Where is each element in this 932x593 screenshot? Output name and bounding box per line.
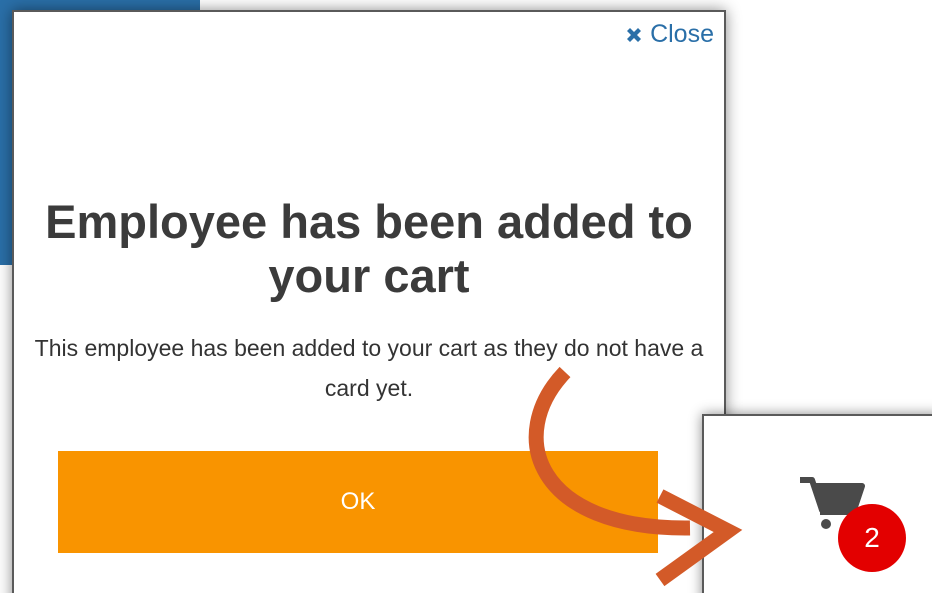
close-icon [624,25,644,45]
ok-button[interactable]: OK [58,451,658,553]
screenshot-stage: Close Employee has been added to your ca… [0,0,932,593]
close-button[interactable]: Close [624,20,714,49]
added-to-cart-modal: Close Employee has been added to your ca… [12,10,726,593]
modal-message: This employee has been added to your car… [34,335,704,401]
cart-count-badge: 2 [838,504,906,572]
close-label: Close [650,20,714,48]
cart-widget[interactable]: 2 [702,414,932,593]
modal-title: Employee has been added to your cart [45,195,693,302]
